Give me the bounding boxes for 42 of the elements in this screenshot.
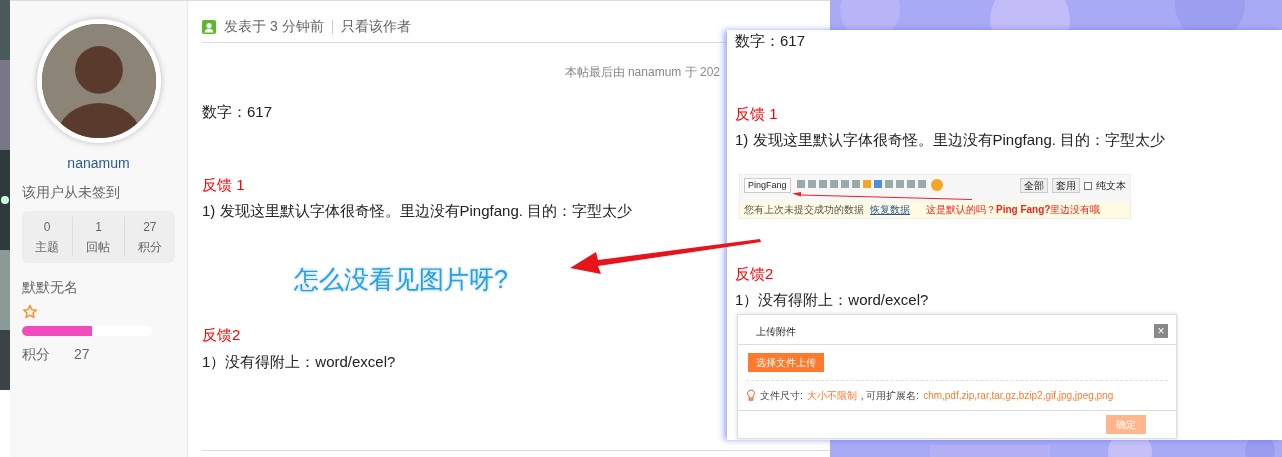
star-icon xyxy=(22,304,38,320)
post-text: 数字：617 xyxy=(202,102,273,122)
stat-label: 积分 xyxy=(136,239,163,256)
size-label: 文件尺寸: xyxy=(760,388,803,403)
stat-label: 回帖 xyxy=(85,239,112,256)
points-label: 积分 xyxy=(22,345,50,364)
edit-note: 本帖最后由 nanamum 于 202 xyxy=(563,64,721,81)
stat-value: 27 xyxy=(142,219,158,236)
size-limit: 大小不限制 xyxy=(806,388,857,403)
editor-button[interactable]: 套用 xyxy=(1052,178,1080,193)
annotation-text: 这是默认的吗？Ping Fang?里边没有哦 xyxy=(926,202,1101,217)
restore-link[interactable]: 恢复数据 xyxy=(870,202,910,217)
avatar[interactable] xyxy=(36,19,161,143)
checkbox-label: 纯文本 xyxy=(1096,179,1126,193)
post-text: 1）没有得附上：word/excel? xyxy=(735,290,929,310)
post-text: 1) 发现这里默认字体很奇怪。里边没有Pingfang. 目的：字型太少 xyxy=(735,130,1166,150)
section-heading: 反馈 1 xyxy=(735,103,778,124)
stat-label: 主题 xyxy=(34,239,61,256)
checkin-status: 该用户从未签到 xyxy=(22,183,121,202)
post-text: 数字：617 xyxy=(735,31,806,51)
stat-value: 0 xyxy=(42,219,52,236)
lightbulb-icon xyxy=(746,389,756,401)
close-button[interactable]: × xyxy=(1154,324,1168,338)
stat-value: 1 xyxy=(94,219,103,236)
editor-button[interactable]: 全部 xyxy=(1020,178,1048,193)
draft-notice: 您有上次未提交成功的数据 xyxy=(744,202,864,217)
section-heading: 反馈2 xyxy=(202,325,241,345)
section-heading: 反馈 1 xyxy=(202,174,245,195)
post-text: 1) 发现这里默认字体很奇怪。里边没有Pingfang. 目的：字型太少 xyxy=(202,201,633,221)
section-heading: 反馈2 xyxy=(735,263,774,284)
font-field[interactable]: PingFang xyxy=(744,178,791,193)
extensions-label: , 可用扩展名: xyxy=(860,388,920,403)
username-link[interactable]: nanamum xyxy=(22,153,175,174)
points-value: 27 xyxy=(74,345,90,364)
extensions-list: chm,pdf,zip,rar,tar,gz,bzip2,gif,jpg,jpeg,png xyxy=(923,387,1114,403)
post-time: 发表于 3 分钟前 xyxy=(224,17,324,36)
author-only-link[interactable]: 只看该作者 xyxy=(340,16,411,37)
checkbox[interactable] xyxy=(1084,181,1092,190)
user-icon xyxy=(202,19,216,34)
post-text: 1）没有得附上：word/excel? xyxy=(202,351,396,372)
rank-title: 默默无名 xyxy=(22,278,79,297)
annotation-text: 怎么没看见图片呀? xyxy=(294,263,508,295)
